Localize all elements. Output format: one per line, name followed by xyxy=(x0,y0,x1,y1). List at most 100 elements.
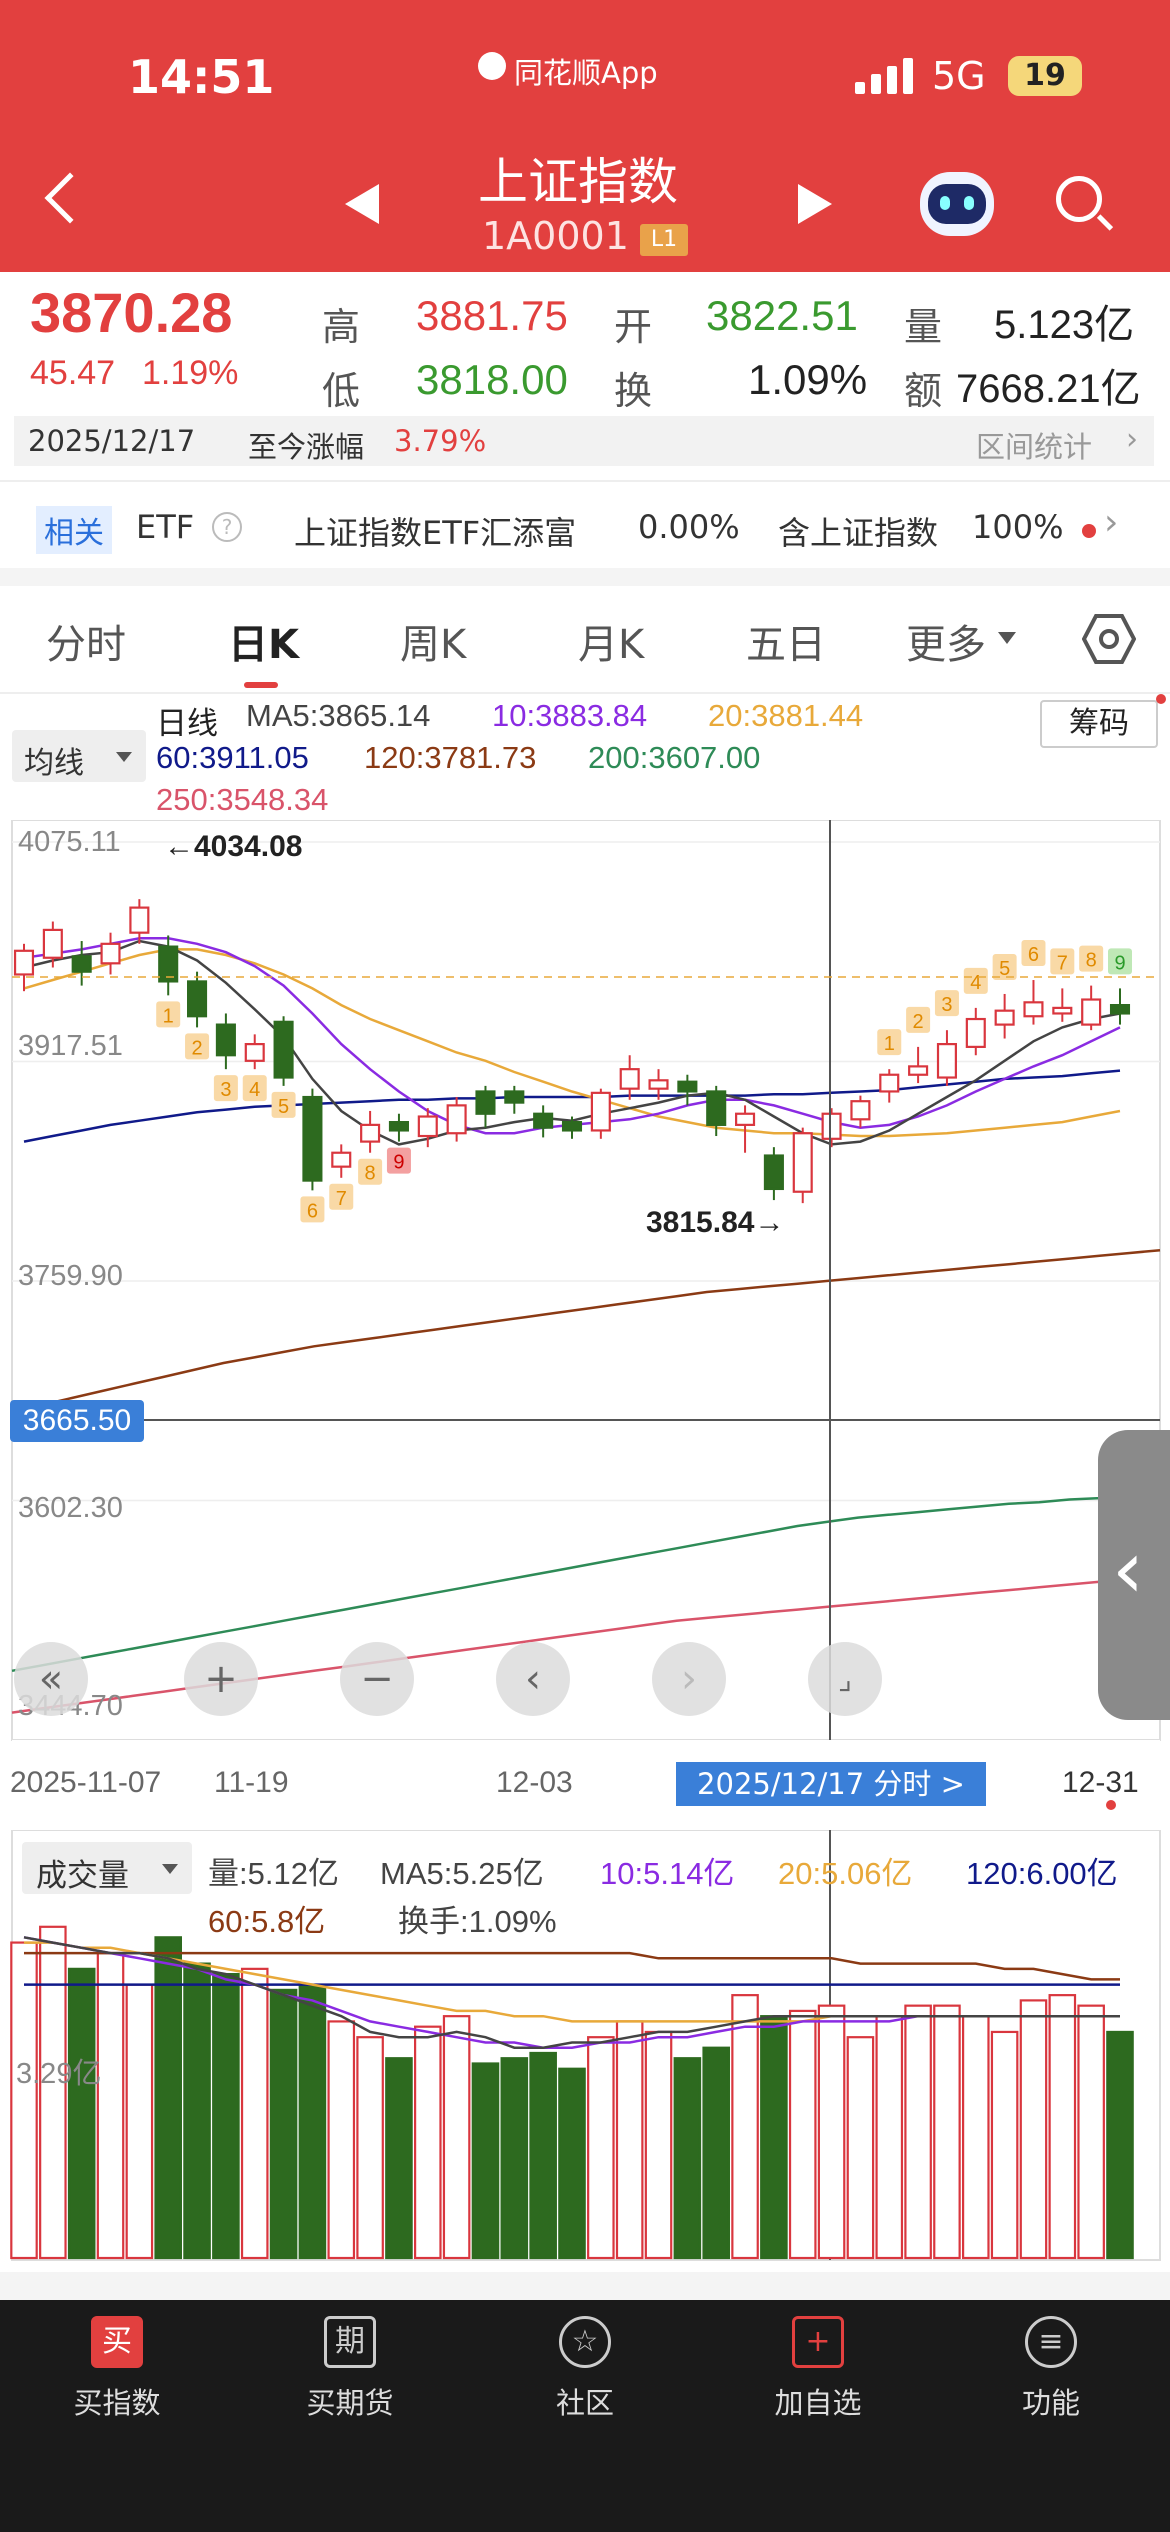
candle-body xyxy=(215,1023,236,1057)
volume-bar xyxy=(846,2036,875,2260)
selected-date-badge[interactable]: 2025/12/17 分时 > xyxy=(676,1762,986,1806)
sequence-number: 1 xyxy=(884,1033,895,1055)
volume-bar xyxy=(413,2025,442,2260)
robot-assistant-icon[interactable] xyxy=(920,172,994,236)
zoom-in-button[interactable]: + xyxy=(184,1642,258,1716)
nav-buy-index[interactable]: 买 买指数 xyxy=(32,2316,202,2422)
tab-weekly-k[interactable]: 周K xyxy=(400,612,466,670)
fullscreen-button[interactable]: ⌟ xyxy=(808,1642,882,1716)
volume-bar xyxy=(702,2046,731,2260)
volume-bar xyxy=(990,2030,1019,2260)
candle-body xyxy=(158,945,179,983)
section-gap xyxy=(0,2272,1170,2300)
sequence-number: 2 xyxy=(913,1011,924,1033)
candle-body xyxy=(71,955,92,973)
app-logo-icon xyxy=(478,52,506,80)
chevron-right-icon: › xyxy=(1104,502,1119,543)
volume-label: 量 xyxy=(904,305,943,349)
caret-down-icon xyxy=(998,632,1016,644)
search-icon[interactable] xyxy=(1056,176,1114,231)
amount-value: 7668.21亿 xyxy=(956,367,1141,411)
chart-frame xyxy=(11,820,1161,1741)
volume-value: 量:5.12亿 xyxy=(208,1856,339,1891)
sequence-number: 3 xyxy=(220,1079,231,1101)
level-badge: L1 xyxy=(640,224,688,256)
signal-icon xyxy=(855,58,915,94)
tab-fenshi[interactable]: 分时 xyxy=(46,612,126,670)
nav-buy-futures[interactable]: 期 买期货 xyxy=(265,2316,435,2422)
y-axis-label: 3759.90 xyxy=(18,1260,123,1292)
open-value: 3822.51 xyxy=(706,292,858,339)
sequence-number: 8 xyxy=(365,1163,376,1185)
volume-bar xyxy=(933,2004,961,2260)
next-stock-icon[interactable] xyxy=(798,184,832,224)
battery-level: 19 xyxy=(1024,58,1066,93)
zoom-out-button[interactable]: − xyxy=(340,1642,414,1716)
help-icon[interactable]: ? xyxy=(212,512,242,542)
ma-lines xyxy=(11,937,1161,1714)
volume-bar xyxy=(10,1941,38,2260)
tab-five-day[interactable]: 五日 xyxy=(746,612,826,670)
scroll-right-button[interactable]: › xyxy=(652,1642,726,1716)
tab-daily-k[interactable]: 日K xyxy=(228,612,299,670)
menu-icon: ≡ xyxy=(1025,2316,1077,2368)
settings-hexagon-icon[interactable] xyxy=(1081,612,1137,666)
nav-add-watchlist[interactable]: + 加自选 xyxy=(733,2316,903,2422)
volume-ma5: MA5:5.25亿 xyxy=(380,1856,544,1891)
candle-body xyxy=(100,942,121,965)
volume-ma60: 60:5.8亿 xyxy=(208,1904,326,1939)
volume-chart[interactable] xyxy=(0,1830,1170,2270)
range-bar[interactable]: 2025/12/17 至今涨幅 3.79% 区间统计 › xyxy=(14,416,1154,466)
turnover-value: 1.09% xyxy=(748,356,868,403)
candle-body xyxy=(936,1043,957,1079)
candles xyxy=(13,899,1131,1204)
candle-body xyxy=(850,1100,871,1121)
volume-mode-select[interactable]: 成交量 xyxy=(22,1842,192,1894)
nav-community[interactable]: ☆ 社区 xyxy=(500,2316,670,2422)
ma200-line xyxy=(11,1492,1161,1673)
candle-body xyxy=(475,1090,496,1115)
candle-body xyxy=(648,1079,669,1090)
candle-body xyxy=(879,1073,900,1093)
chevron-left-icon: ‹ xyxy=(1112,1523,1144,1616)
high-label: 高 xyxy=(322,305,361,349)
chips-button[interactable]: 筹码 xyxy=(1040,700,1158,748)
scroll-left-button[interactable]: ‹ xyxy=(496,1642,570,1716)
etf-label: ETF xyxy=(136,508,195,546)
candle-body xyxy=(331,1151,352,1168)
sequence-number: 9 xyxy=(393,1152,404,1174)
side-panel-toggle[interactable]: ‹ xyxy=(1098,1430,1170,1720)
date-axis-band xyxy=(12,1740,1160,1820)
candlestick-chart[interactable]: 123 456789123456 7 8 9 xyxy=(0,820,1170,1820)
ma-mode-label: 均线 xyxy=(24,746,84,781)
candle-body xyxy=(504,1090,525,1104)
volume-axis-label: 3.29亿 xyxy=(16,2058,102,2090)
turnover-label: 换 xyxy=(614,369,653,413)
prev-stock-icon[interactable] xyxy=(345,184,379,224)
sequence-number: 3 xyxy=(941,994,952,1016)
tab-more[interactable]: 更多 xyxy=(906,612,986,670)
candle-body xyxy=(619,1068,640,1090)
etf-bar[interactable]: 相关 ETF ? 上证指数ETF汇添富 0.00% 含上证指数 100% › xyxy=(0,494,1170,564)
nav-label: 功能 xyxy=(1021,2386,1080,2420)
volume-bar xyxy=(125,1983,154,2260)
rewind-button[interactable]: « xyxy=(14,1642,88,1716)
volume-bar xyxy=(558,2067,586,2260)
ma120-value: 120:3781.73 xyxy=(364,740,537,775)
back-icon[interactable] xyxy=(44,172,96,224)
app-header: 14:51 同花顺App 5G 19 上证指数 1A0001 L1 xyxy=(0,0,1170,272)
sequence-number: 7 xyxy=(336,1188,347,1210)
buy-icon: 买 xyxy=(91,2316,143,2368)
sequence-number: 6 xyxy=(307,1200,318,1222)
sequence-number: 4 xyxy=(249,1079,260,1101)
tab-monthly-k[interactable]: 月K xyxy=(578,612,644,670)
volume-mode-label: 成交量 xyxy=(36,1858,129,1894)
active-tab-indicator xyxy=(244,682,278,688)
high-annotation: ←4034.08 xyxy=(164,830,303,863)
volume-bar xyxy=(298,1983,327,2260)
volume-bar xyxy=(529,2051,557,2260)
nav-functions[interactable]: ≡ 功能 xyxy=(966,2316,1136,2422)
volume-bar xyxy=(1077,2004,1105,2260)
ma-mode-select[interactable]: 均线 xyxy=(12,730,146,782)
ma-period: 日线 xyxy=(156,706,218,742)
